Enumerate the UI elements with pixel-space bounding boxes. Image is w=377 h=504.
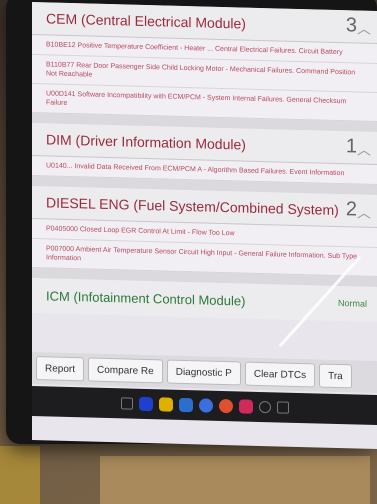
folder-app-icon[interactable] bbox=[158, 397, 173, 412]
system-nav-bar bbox=[32, 386, 377, 426]
compare-results-button[interactable]: Compare Re bbox=[88, 357, 163, 384]
home-icon[interactable] bbox=[258, 400, 271, 414]
report-button[interactable]: Report bbox=[36, 356, 85, 382]
wood-board bbox=[100, 456, 370, 504]
back-icon[interactable] bbox=[276, 401, 289, 414]
cable bbox=[0, 446, 40, 504]
clear-dtcs-button[interactable]: Clear DTCs bbox=[244, 361, 316, 388]
recent-apps-icon[interactable] bbox=[120, 397, 133, 410]
app-icon[interactable] bbox=[178, 397, 193, 413]
section-dim-count: 1 bbox=[345, 135, 357, 158]
trace-button[interactable]: Tra bbox=[319, 363, 352, 389]
section-diesel-count: 2 bbox=[345, 198, 357, 221]
section-cem-count: 3 bbox=[345, 14, 357, 37]
diagnostic-screen: CEM (Central Electrical Module) 3 ︿ B10B… bbox=[32, 2, 377, 450]
section-diesel-title: DIESEL ENG (Fuel System/Combined System) bbox=[46, 194, 339, 219]
section-cem-title: CEM (Central Electrical Module) bbox=[46, 10, 246, 32]
camera-app-icon[interactable] bbox=[238, 399, 253, 414]
app-icon[interactable] bbox=[218, 398, 233, 414]
section-icm-title: ICM (Infotainment Control Module) bbox=[46, 288, 246, 309]
status-badge: Normal bbox=[337, 298, 367, 309]
diagnostic-plan-button[interactable]: Diagnostic P bbox=[166, 359, 241, 386]
chat-app-icon[interactable] bbox=[198, 398, 213, 413]
app-icon[interactable] bbox=[138, 396, 153, 412]
chevron-up-icon[interactable]: ︿ bbox=[357, 203, 371, 223]
chevron-up-icon[interactable]: ︿ bbox=[357, 140, 371, 160]
section-dim-title: DIM (Driver Information Module) bbox=[46, 131, 246, 153]
chevron-up-icon[interactable]: ︿ bbox=[357, 19, 371, 39]
